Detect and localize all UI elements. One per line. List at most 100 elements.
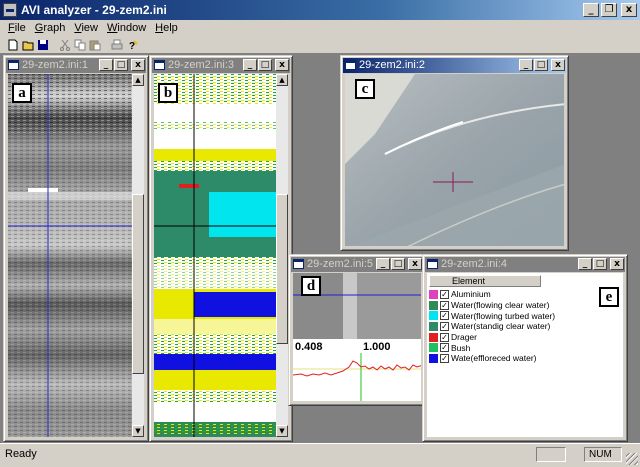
window-5-icon bbox=[293, 259, 304, 269]
restore-button[interactable]: ❐ bbox=[601, 3, 617, 17]
window-5-maximize-button[interactable]: □ bbox=[391, 258, 405, 270]
window-1-title-bar[interactable]: 29-zem2.ini:1 _ □ x bbox=[6, 58, 146, 73]
status-bar: Ready NUM bbox=[0, 443, 640, 467]
legend-swatch bbox=[429, 353, 438, 363]
window-5-title: 29-zem2.ini:5 bbox=[307, 258, 374, 270]
app-title-bar[interactable]: AVI analyzer - 29-zem2.ini _ ❐ x bbox=[0, 0, 640, 20]
paste-icon[interactable] bbox=[88, 38, 102, 52]
legend-swatch bbox=[429, 332, 438, 342]
window-2-close-button[interactable]: x bbox=[551, 59, 565, 71]
legend-item[interactable]: ✓ Water(standig clear water) bbox=[429, 321, 555, 332]
menu-graph-label: Graph bbox=[34, 22, 66, 34]
profile-value-left: 0.408 bbox=[295, 341, 323, 353]
window-1-minimize-button[interactable]: _ bbox=[99, 59, 113, 71]
legend-label: Bush bbox=[451, 342, 471, 353]
window-2-minimize-button[interactable]: _ bbox=[519, 59, 533, 71]
scroll-down-arrow-icon[interactable]: ▼ bbox=[276, 425, 288, 437]
mdi-client-area: 29-zem2.ini:1 _ □ x a ▲ ▼ 29-zem2.ini:3 … bbox=[0, 55, 640, 443]
menu-view-label: View bbox=[74, 22, 98, 34]
legend-checkbox[interactable]: ✓ bbox=[440, 343, 449, 353]
legend-checkbox[interactable]: ✓ bbox=[440, 289, 449, 299]
legend-item[interactable]: ✓ Bush bbox=[429, 342, 555, 353]
close-button[interactable]: x bbox=[621, 3, 637, 17]
legend-swatch bbox=[429, 321, 438, 331]
legend-checkbox[interactable]: ✓ bbox=[440, 321, 449, 331]
scroll-thumb[interactable] bbox=[276, 194, 288, 344]
window-3-title: 29-zem2.ini:3 bbox=[168, 59, 235, 71]
status-text: Ready bbox=[5, 448, 37, 460]
legend-column-header[interactable]: Element bbox=[429, 275, 541, 287]
window-3-maximize-button[interactable]: □ bbox=[258, 59, 272, 71]
window-1-body: a ▲ ▼ bbox=[8, 74, 144, 437]
help-icon[interactable]: ? bbox=[125, 38, 139, 52]
window-3-scrollbar[interactable]: ▲ ▼ bbox=[276, 74, 288, 437]
status-num-indicator: NUM bbox=[584, 447, 622, 462]
window-2-icon bbox=[345, 60, 356, 70]
window-4-title-bar[interactable]: 29-zem2.ini:4 _ □ x bbox=[425, 257, 625, 272]
window-1-maximize-button[interactable]: □ bbox=[114, 59, 128, 71]
legend-item[interactable]: ✓ Water(flowing clear water) bbox=[429, 300, 555, 311]
window-3-body: b ▲ ▼ bbox=[154, 74, 288, 437]
cut-icon[interactable] bbox=[58, 38, 72, 52]
window-4-maximize-button[interactable]: □ bbox=[593, 258, 607, 270]
classification-map-b[interactable] bbox=[154, 74, 278, 437]
window-2-maximize-button[interactable]: □ bbox=[534, 59, 548, 71]
scroll-up-arrow-icon[interactable]: ▲ bbox=[132, 74, 144, 86]
save-icon[interactable] bbox=[36, 38, 50, 52]
window-3-title-bar[interactable]: 29-zem2.ini:3 _ □ x bbox=[152, 58, 290, 73]
window-1-title: 29-zem2.ini:1 bbox=[22, 59, 89, 71]
window-29-zem2-3[interactable]: 29-zem2.ini:3 _ □ x b ▲ ▼ bbox=[149, 55, 293, 442]
menu-window[interactable]: Window bbox=[103, 20, 151, 37]
legend-swatch bbox=[429, 343, 438, 353]
scroll-up-arrow-icon[interactable]: ▲ bbox=[276, 74, 288, 86]
legend-swatch bbox=[429, 289, 438, 299]
panel-label-d: d bbox=[301, 276, 321, 296]
window-29-zem2-5[interactable]: 29-zem2.ini:5 _ □ x d 0.408 1.000 bbox=[288, 254, 426, 406]
window-29-zem2-2[interactable]: 29-zem2.ini:2 _ □ x c bbox=[340, 55, 569, 251]
window-4-close-button[interactable]: x bbox=[610, 258, 624, 270]
minimize-button[interactable]: _ bbox=[583, 3, 599, 17]
aerial-image-c[interactable] bbox=[345, 74, 564, 246]
window-3-minimize-button[interactable]: _ bbox=[243, 59, 257, 71]
window-29-zem2-1[interactable]: 29-zem2.ini:1 _ □ x a ▲ ▼ bbox=[3, 55, 149, 442]
window-2-title-bar[interactable]: 29-zem2.ini:2 _ □ x bbox=[343, 58, 566, 73]
copy-icon[interactable] bbox=[73, 38, 87, 52]
legend-checkbox[interactable]: ✓ bbox=[440, 332, 449, 342]
app-title: AVI analyzer - 29-zem2.ini bbox=[21, 3, 167, 17]
scroll-down-arrow-icon[interactable]: ▼ bbox=[132, 425, 144, 437]
window-4-minimize-button[interactable]: _ bbox=[578, 258, 592, 270]
window-1-scrollbar[interactable]: ▲ ▼ bbox=[132, 74, 144, 437]
video-frame-a[interactable] bbox=[8, 74, 134, 437]
menu-file[interactable]: File bbox=[4, 20, 31, 37]
menu-view[interactable]: View bbox=[70, 20, 103, 37]
print-icon[interactable] bbox=[110, 38, 124, 52]
status-pane-empty bbox=[536, 447, 566, 462]
profile-graph[interactable] bbox=[293, 353, 421, 401]
legend-label: Wate(effloreced water) bbox=[451, 353, 537, 364]
open-icon[interactable] bbox=[21, 38, 35, 52]
new-icon[interactable] bbox=[6, 38, 20, 52]
app-icon[interactable] bbox=[3, 3, 17, 17]
resize-grip-icon[interactable] bbox=[626, 453, 638, 465]
legend-item[interactable]: ✓ Wate(effloreced water) bbox=[429, 353, 555, 364]
legend-item[interactable]: ✓ Drager bbox=[429, 332, 555, 343]
legend-checkbox[interactable]: ✓ bbox=[440, 353, 449, 363]
legend-label: Drager bbox=[451, 332, 477, 343]
legend-checkbox[interactable]: ✓ bbox=[440, 300, 449, 310]
window-29-zem2-4[interactable]: 29-zem2.ini:4 _ □ x Element ✓ Aluminium bbox=[422, 254, 628, 442]
scroll-thumb[interactable] bbox=[132, 194, 144, 374]
legend-item[interactable]: ✓ Water(flowing turbed water) bbox=[429, 310, 555, 321]
menu-graph[interactable]: Graph bbox=[31, 20, 71, 37]
menu-help[interactable]: Help bbox=[151, 20, 183, 37]
legend-item[interactable]: ✓ Aluminium bbox=[429, 289, 555, 300]
window-1-close-button[interactable]: x bbox=[131, 59, 145, 71]
legend-checkbox[interactable]: ✓ bbox=[440, 311, 449, 321]
window-5-minimize-button[interactable]: _ bbox=[376, 258, 390, 270]
window-5-close-button[interactable]: x bbox=[408, 258, 422, 270]
legend-label: Aluminium bbox=[451, 289, 491, 300]
app-window: AVI analyzer - 29-zem2.ini _ ❐ x File Gr… bbox=[0, 0, 640, 467]
window-3-close-button[interactable]: x bbox=[275, 59, 289, 71]
window-5-title-bar[interactable]: 29-zem2.ini:5 _ □ x bbox=[291, 257, 423, 272]
profile-value-right: 1.000 bbox=[363, 341, 391, 353]
menu-bar: File Graph View Window Help bbox=[0, 20, 640, 37]
